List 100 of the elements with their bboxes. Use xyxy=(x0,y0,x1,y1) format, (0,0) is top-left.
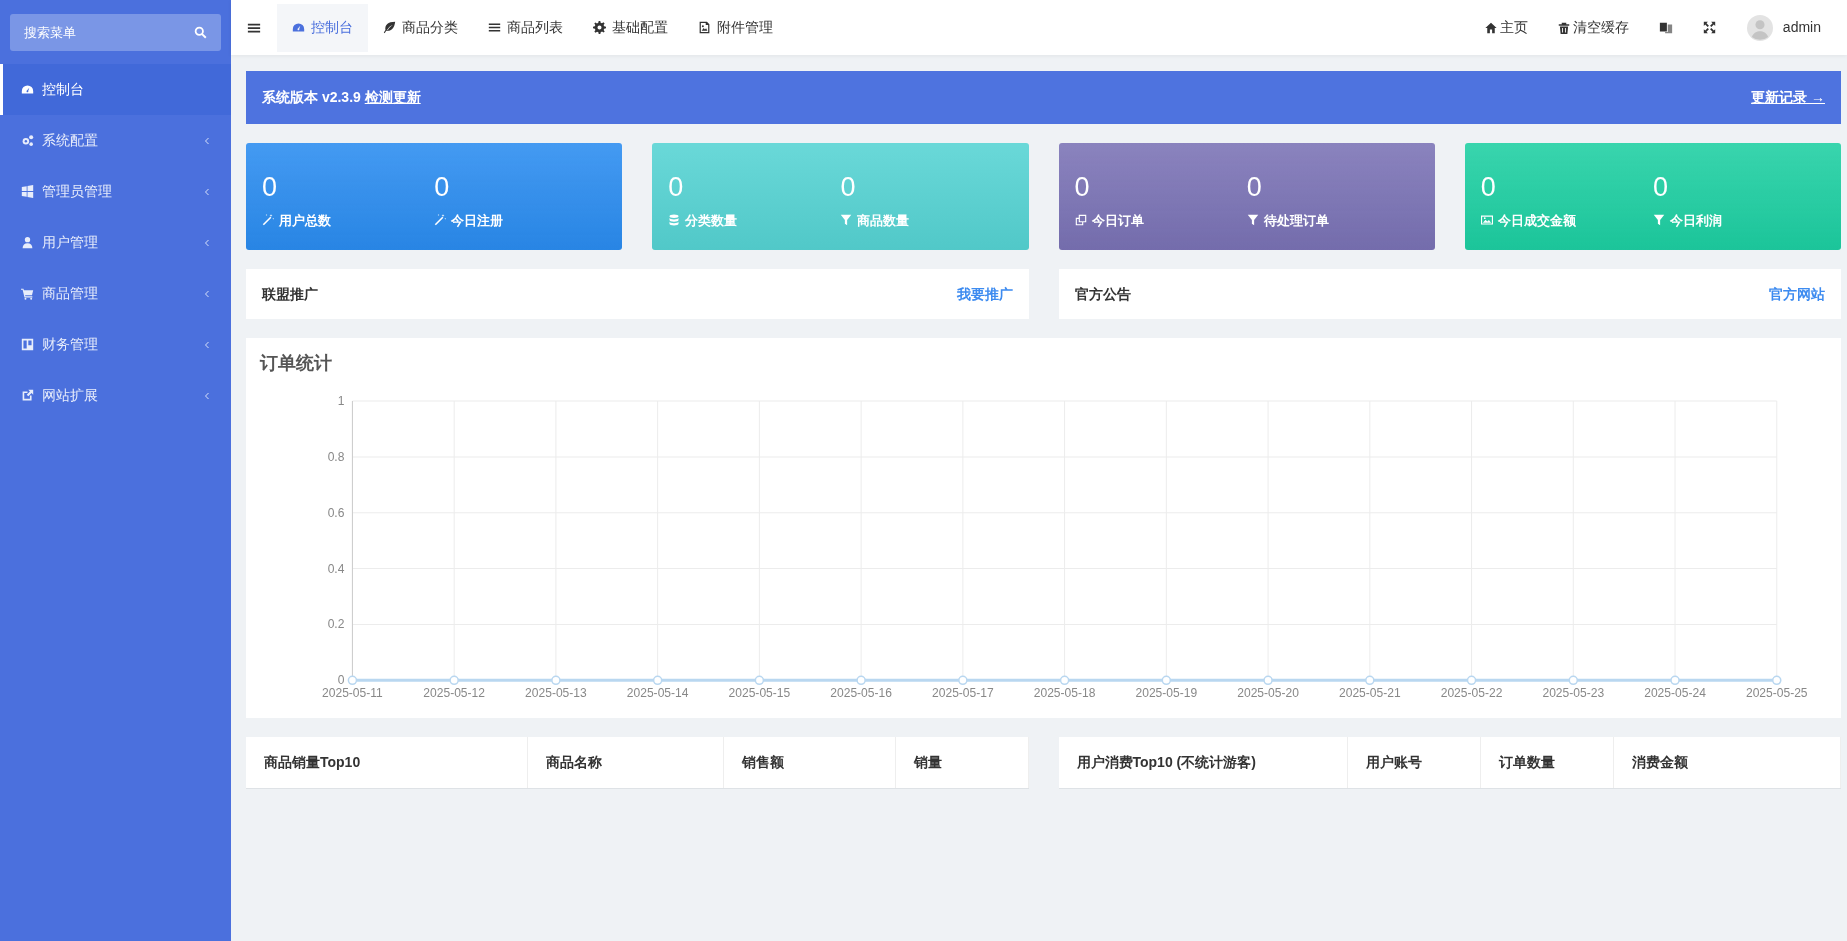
nav-tab[interactable]: 基础配置 xyxy=(578,3,683,52)
stat-value: 0 xyxy=(840,173,857,203)
windows-icon xyxy=(21,185,34,198)
data-point xyxy=(1568,675,1579,686)
stat-label: 商品数量 xyxy=(857,211,910,230)
nav-tab[interactable]: 控制台 xyxy=(277,3,368,52)
stat-label: 今日订单 xyxy=(1091,211,1144,230)
search-icon xyxy=(194,26,207,39)
data-point xyxy=(1161,675,1172,686)
stat-label: 分类数量 xyxy=(685,211,738,230)
nav-tab[interactable]: 附件管理 xyxy=(683,3,788,52)
user-icon xyxy=(21,236,34,249)
nav-tab[interactable]: 商品列表 xyxy=(473,3,578,52)
sidebar-item[interactable]: 控制台 xyxy=(0,64,231,115)
data-point xyxy=(551,675,561,686)
sidebar-item[interactable]: 系统配置 xyxy=(0,115,231,166)
filter-icon xyxy=(840,214,853,227)
gear-icon xyxy=(593,21,606,34)
panel-link[interactable]: 官方网站 xyxy=(1769,283,1825,305)
sidebar-item[interactable]: 管理员管理 xyxy=(0,166,231,217)
y-tick-label: 0 xyxy=(337,673,345,688)
data-point xyxy=(652,675,663,686)
stat-value: 0 xyxy=(668,173,685,203)
copy-icon xyxy=(1074,214,1087,227)
gauge-icon xyxy=(21,83,34,96)
x-tick-label: 2025-05-12 xyxy=(423,686,485,701)
stat-value: 0 xyxy=(262,173,279,203)
sidebar-item[interactable]: 用户管理 xyxy=(0,217,231,268)
data-point xyxy=(1059,675,1070,686)
y-tick-label: 0.2 xyxy=(327,617,345,632)
data-point xyxy=(449,675,459,686)
x-tick-label: 2025-05-17 xyxy=(932,686,994,701)
gears-icon xyxy=(21,134,34,147)
x-tick-label: 2025-05-18 xyxy=(1033,686,1096,701)
x-tick-label: 2025-05-24 xyxy=(1644,686,1706,701)
data-point xyxy=(1772,675,1782,686)
x-tick-label: 2025-05-22 xyxy=(1440,686,1503,701)
external-link-icon xyxy=(21,389,34,402)
stat-label: 今日注册 xyxy=(451,211,504,230)
x-tick-label: 2025-05-16 xyxy=(830,686,892,701)
translate-icon xyxy=(1658,20,1673,35)
data-point xyxy=(1263,675,1273,686)
column-header: 用户账号 xyxy=(1347,737,1481,789)
header-link[interactable]: 清空缓存 xyxy=(1542,3,1644,52)
leaf-icon xyxy=(383,21,396,34)
header-link[interactable]: 主页 xyxy=(1469,3,1543,52)
trash-icon xyxy=(1557,21,1570,34)
board-icon xyxy=(21,338,34,351)
x-tick-label: 2025-05-15 xyxy=(728,686,791,701)
filter-icon xyxy=(1652,214,1665,227)
column-header: 消费金额 xyxy=(1613,737,1841,789)
data-point xyxy=(1466,675,1477,686)
stat-label: 用户总数 xyxy=(279,211,331,230)
column-header: 用户消费Top10 (不统计游客) xyxy=(1058,737,1348,789)
column-header: 销量 xyxy=(895,737,1028,789)
y-tick-label: 0.8 xyxy=(327,449,345,464)
x-tick-label: 2025-05-14 xyxy=(626,686,689,701)
x-tick-label: 2025-05-25 xyxy=(1745,686,1808,701)
stat-value: 0 xyxy=(1074,173,1091,203)
stat-value: 0 xyxy=(1652,173,1669,203)
data-point xyxy=(754,675,765,686)
column-header: 商品销量Top10 xyxy=(246,737,528,789)
stat-label: 今日利润 xyxy=(1669,211,1722,230)
magic-wand-icon xyxy=(434,214,447,227)
column-header: 销售额 xyxy=(723,737,896,789)
search-field[interactable]: 搜索菜单 xyxy=(10,14,221,51)
x-tick-label: 2025-05-19 xyxy=(1135,686,1198,701)
filter-icon xyxy=(1246,214,1259,227)
magic-wand-icon xyxy=(262,214,274,227)
data-point xyxy=(958,675,968,686)
cart-icon xyxy=(21,287,34,300)
x-tick-label: 2025-05-11 xyxy=(322,686,383,701)
gauge-icon xyxy=(292,21,305,34)
data-point xyxy=(1365,675,1375,686)
stat-label: 待处理订单 xyxy=(1263,211,1329,230)
sidebar-item[interactable]: 网站扩展 xyxy=(0,370,231,421)
data-point xyxy=(1670,675,1680,686)
picture-icon xyxy=(1480,214,1493,227)
fullscreen-icon xyxy=(1702,21,1716,34)
x-tick-label: 2025-05-20 xyxy=(1237,686,1299,701)
y-tick-label: 0.6 xyxy=(327,505,345,520)
sidebar-item[interactable]: 商品管理 xyxy=(0,268,231,319)
avatar-icon xyxy=(1746,14,1773,41)
user-menu[interactable]: admin xyxy=(1730,3,1847,52)
data-point xyxy=(347,675,358,686)
column-header: 商品名称 xyxy=(527,737,723,789)
stat-label: 今日成交金额 xyxy=(1497,211,1576,230)
y-tick-label: 1 xyxy=(337,394,345,409)
x-tick-label: 2025-05-21 xyxy=(1339,686,1401,701)
stat-value: 0 xyxy=(1480,173,1497,203)
panel-link[interactable]: 我要推广 xyxy=(956,283,1013,305)
database-icon xyxy=(668,214,681,227)
chart-title: 订单统计 xyxy=(260,352,333,375)
panel-title: 官方公告 xyxy=(1074,284,1131,304)
check-update-link[interactable]: 检测更新 xyxy=(364,89,421,105)
nav-tab[interactable]: 商品分类 xyxy=(368,3,473,52)
changelog-link[interactable]: 更新记录 → xyxy=(1751,87,1825,108)
data-point xyxy=(856,675,866,686)
sidebar-item[interactable]: 财务管理 xyxy=(0,319,231,370)
stat-value: 0 xyxy=(1246,173,1263,203)
